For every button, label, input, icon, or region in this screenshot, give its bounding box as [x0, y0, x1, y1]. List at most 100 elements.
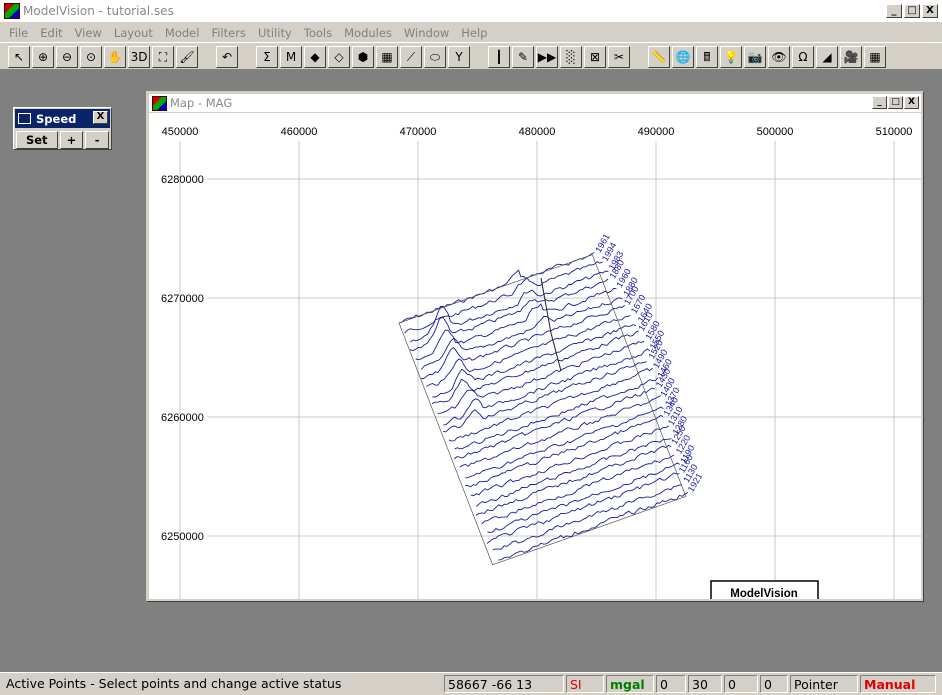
shape-icon[interactable]: ◢: [816, 46, 838, 68]
pan-hand-icon[interactable]: ✋: [104, 46, 126, 68]
fit-window-icon[interactable]: ⛶: [152, 46, 174, 68]
menu-help[interactable]: Help: [455, 26, 493, 40]
x-tick-label: 510000: [876, 126, 913, 138]
status-value-1: 0: [656, 675, 686, 693]
profile-icon[interactable]: ⟋: [400, 46, 422, 68]
menu-window[interactable]: Window: [398, 26, 455, 40]
window-icon: [18, 113, 31, 124]
app-logo-icon: [4, 3, 20, 19]
profile-line: [443, 361, 647, 433]
cross-grid-icon[interactable]: ⊠: [584, 46, 606, 68]
sum-icon[interactable]: Σ: [256, 46, 278, 68]
speed-decrease-button[interactable]: -: [85, 131, 109, 149]
profile-line: [492, 484, 683, 551]
cylinder-icon[interactable]: ⬭: [424, 46, 446, 68]
pointer-icon[interactable]: ↖: [8, 46, 30, 68]
ruler-icon[interactable]: 📏: [648, 46, 670, 68]
undo-icon[interactable]: ↶: [216, 46, 238, 68]
profile-line: [470, 425, 670, 497]
magnet-body-icon[interactable]: Y: [448, 46, 470, 68]
x-tick-label: 500000: [757, 126, 794, 138]
logo-text: ModelVision: [730, 588, 798, 599]
menu-model[interactable]: Model: [159, 26, 206, 40]
profile-line: [420, 297, 623, 370]
modelvision-logo: ModelVision: [710, 580, 819, 599]
map-titlebar[interactable]: Map - MAG _ □ X: [149, 94, 921, 112]
map-minimize-button[interactable]: _: [872, 96, 887, 109]
y-tick-label: 6280000: [161, 174, 204, 186]
status-coordinates: 58667 -66 13: [444, 675, 564, 693]
menu-layout[interactable]: Layout: [108, 26, 159, 40]
menu-view[interactable]: View: [69, 26, 108, 40]
edit-polygon-icon[interactable]: ◇: [328, 46, 350, 68]
y-tick-label: 6250000: [161, 531, 204, 543]
map-maximize-button[interactable]: □: [888, 96, 903, 109]
model-body-icon[interactable]: M: [280, 46, 302, 68]
status-value-2: 30: [688, 675, 722, 693]
status-tool[interactable]: Pointer: [790, 675, 858, 693]
menu-file[interactable]: File: [3, 26, 34, 40]
zoom-in-icon[interactable]: ⊕: [32, 46, 54, 68]
polygon-icon[interactable]: ◆: [304, 46, 326, 68]
menu-utility[interactable]: Utility: [252, 26, 298, 40]
map-window-icon: [152, 95, 167, 111]
profile-line: [481, 454, 675, 525]
profile-line: [465, 414, 664, 488]
profile-line: [487, 462, 681, 533]
zoom-extent-icon[interactable]: ⊙: [80, 46, 102, 68]
magnet-icon[interactable]: Ω: [792, 46, 814, 68]
app-title: ModelVision - tutorial.ses: [23, 4, 174, 18]
y-tick-label: 6260000: [161, 412, 204, 424]
status-units[interactable]: SI: [566, 675, 604, 693]
grid-icon[interactable]: ▦: [376, 46, 398, 68]
y-tick-label: 6270000: [161, 293, 204, 305]
paint-brush-icon[interactable]: 🖌: [176, 46, 198, 68]
map-close-button[interactable]: X: [904, 96, 919, 109]
map-canvas[interactable]: 450000 460000 470000 480000 490000 500000 5100…: [149, 113, 921, 599]
calculator-icon[interactable]: 🖩: [696, 46, 718, 68]
status-mode[interactable]: Manual: [860, 675, 936, 693]
close-button[interactable]: X: [922, 4, 938, 18]
map-window: Map - MAG _ □ X 450000 460000 470000 480000…: [146, 91, 924, 602]
profile-line: [431, 330, 639, 405]
node-icon[interactable]: ⬢: [352, 46, 374, 68]
globe-icon[interactable]: 🌐: [672, 46, 694, 68]
zoom-out-icon[interactable]: ⊖: [56, 46, 78, 68]
profile-line: [453, 387, 656, 460]
menu-modules[interactable]: Modules: [338, 26, 398, 40]
dot-grid-icon[interactable]: ░: [560, 46, 582, 68]
profile-line: [498, 492, 689, 561]
light-bulb-icon[interactable]: 💡: [720, 46, 742, 68]
menu-filters[interactable]: Filters: [205, 26, 251, 40]
x-tick-label: 460000: [281, 126, 318, 138]
profile-line: [454, 377, 659, 450]
minimize-button[interactable]: _: [886, 4, 902, 18]
status-message: Active Points - Select points and change…: [6, 676, 342, 691]
forward-icon[interactable]: ▶▶: [536, 46, 558, 68]
profile-line: [410, 270, 609, 343]
menu-bar: File Edit View Layout Model Filters Util…: [0, 23, 942, 42]
profile-line: [465, 406, 664, 479]
cut-icon[interactable]: ✂: [608, 46, 630, 68]
status-value-3: 0: [724, 675, 758, 693]
movie-icon[interactable]: 🎥: [840, 46, 862, 68]
profile-lines-icon[interactable]: ┃: [488, 46, 510, 68]
profile-line: [443, 348, 651, 426]
3d-view-icon[interactable]: 3D: [128, 46, 150, 68]
x-tick-label: 450000: [162, 126, 199, 138]
menu-edit[interactable]: Edit: [34, 26, 68, 40]
speed-set-button[interactable]: Set: [16, 131, 58, 149]
speed-increase-button[interactable]: +: [59, 131, 84, 149]
x-tick-label: 480000: [519, 126, 556, 138]
map-title: Map - MAG: [170, 96, 233, 110]
camera-icon[interactable]: 📷: [744, 46, 766, 68]
maximize-button[interactable]: □: [904, 4, 920, 18]
speed-close-button[interactable]: X: [93, 111, 108, 124]
draw-line-icon[interactable]: ✎: [512, 46, 534, 68]
eye-icon[interactable]: 👁: [768, 46, 790, 68]
menu-tools[interactable]: Tools: [298, 26, 338, 40]
profile-map-plot[interactable]: 450000 460000 470000 480000 490000 500000 5100…: [149, 113, 921, 599]
status-field-units[interactable]: mgal: [606, 675, 654, 693]
x-tick-label: 490000: [638, 126, 675, 138]
table-icon[interactable]: ▦: [864, 46, 886, 68]
